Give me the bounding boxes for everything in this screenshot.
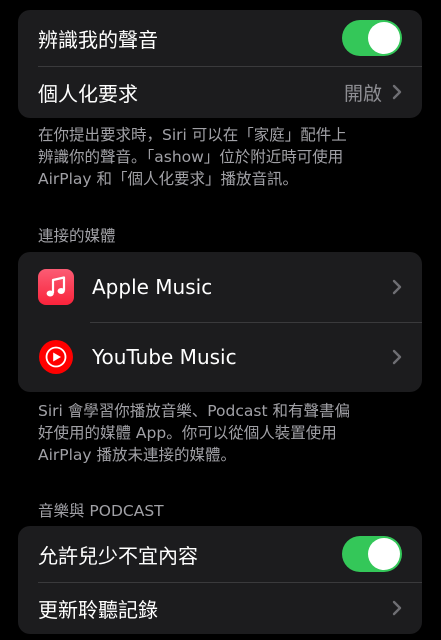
apple-music-row[interactable]: Apple Music — [18, 252, 422, 322]
recognize-my-voice-toggle[interactable] — [342, 20, 402, 56]
chevron-right-icon — [392, 349, 402, 365]
footnote-line: 好使用的媒體 App。你可以從個人裝置使用 — [38, 424, 337, 442]
connected-media-header: 連接的媒體 — [38, 227, 116, 245]
footnote-line: 在你提出要求時，Siri 可以在「家庭」配件上 — [38, 126, 347, 144]
music-podcast-header: 音樂與 PODCAST — [38, 502, 164, 520]
footnote-line: AirPlay 和「個人化要求」播放音訊。 — [38, 170, 299, 188]
music-podcast-group: 允許兒少不宜內容 更新聆聽記錄 — [18, 526, 422, 634]
allow-explicit-content-toggle[interactable] — [342, 536, 402, 572]
apple-music-label: Apple Music — [92, 275, 213, 299]
recognize-my-voice-label: 辨識我的聲音 — [38, 27, 158, 52]
personal-requests-row[interactable]: 個人化要求 開啟 — [18, 66, 422, 118]
personal-requests-value: 開啟 — [343, 82, 382, 105]
toggle-knob — [368, 538, 400, 570]
chevron-right-icon — [392, 600, 402, 616]
media-apps-footnote: Siri 會學習你播放音樂、Podcast 和有聲書偏 好使用的媒體 App。你… — [38, 400, 408, 466]
update-listening-history-label: 更新聆聽記錄 — [38, 597, 158, 622]
footnote-line: 辨識你的聲音。「ashow」位於附近時可使用 — [38, 148, 344, 166]
chevron-right-icon — [392, 279, 402, 295]
apple-music-icon — [38, 269, 74, 305]
youtube-music-label: YouTube Music — [92, 345, 237, 369]
update-listening-history-row[interactable]: 更新聆聽記錄 — [18, 582, 422, 634]
youtube-music-icon — [38, 339, 74, 375]
personal-requests-label: 個人化要求 — [38, 81, 138, 106]
recognize-my-voice-row: 辨識我的聲音 — [18, 10, 422, 66]
connected-media-group: Apple Music YouTube Music — [18, 252, 422, 392]
youtube-music-row[interactable]: YouTube Music — [18, 322, 422, 392]
voice-recognition-footnote: 在你提出要求時，Siri 可以在「家庭」配件上 辨識你的聲音。「ashow」位於… — [38, 124, 408, 190]
footnote-line: AirPlay 播放未連接的媒體。 — [38, 446, 237, 464]
allow-explicit-content-row: 允許兒少不宜內容 — [18, 526, 422, 582]
footnote-line: Siri 會學習你播放音樂、Podcast 和有聲書偏 — [38, 402, 350, 420]
toggle-knob — [368, 22, 400, 54]
chevron-right-icon — [392, 84, 402, 100]
voice-settings-group: 辨識我的聲音 個人化要求 開啟 — [18, 10, 422, 118]
allow-explicit-content-label: 允許兒少不宜內容 — [38, 543, 198, 568]
